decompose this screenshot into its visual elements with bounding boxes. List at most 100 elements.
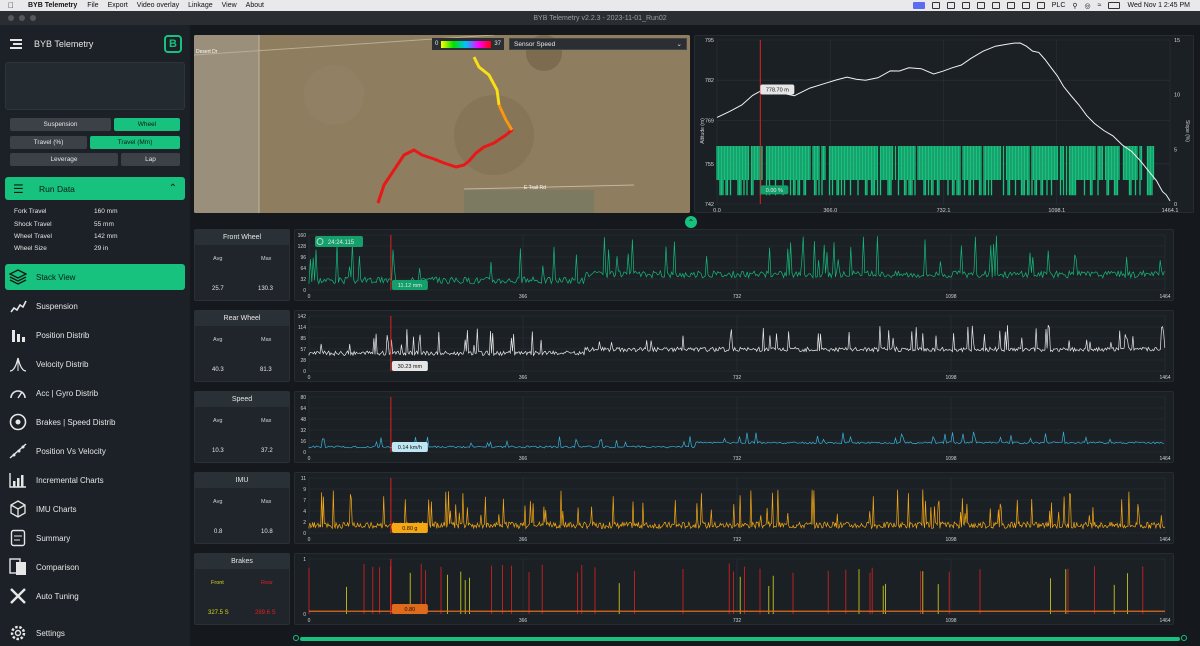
nav-label: Velocity Distrib — [36, 359, 89, 369]
cursor-value-label: 0.80 — [404, 607, 415, 613]
stat-label: Max — [261, 418, 272, 424]
screen-icon[interactable] — [1021, 2, 1030, 9]
imu-row: IMU Avg Max 0.8 10.8 11 9 7 4 2 0 0 366 732 1098 1… — [194, 468, 1194, 544]
menu-view[interactable]: View — [222, 2, 237, 9]
time-range-scrollbar[interactable] — [293, 635, 1187, 641]
x-tick-label: 1098 — [945, 375, 956, 381]
x-tick-label: 1464 — [1159, 456, 1170, 462]
app-status-icon[interactable] — [931, 2, 940, 9]
x-tick-label: 366 — [519, 375, 528, 381]
cursor-label-altitude: 778.70 m — [766, 87, 789, 93]
nav-settings[interactable]: Settings — [5, 620, 185, 646]
calendar-icon[interactable] — [976, 2, 985, 9]
minimize-window-button[interactable] — [19, 15, 25, 21]
nav-label: Auto Tuning — [36, 591, 79, 601]
spring-icon — [8, 297, 28, 315]
nav-position-vs-velocity[interactable]: Position Vs Velocity — [5, 438, 185, 464]
sensor-select-value: Sensor Speed — [514, 40, 556, 48]
nav-incremental-charts[interactable]: Incremental Charts — [5, 467, 185, 493]
x-tick-label: 0 — [308, 375, 311, 381]
nav-stack-view[interactable]: Stack View — [5, 264, 185, 290]
menu-bar:  BYB Telemetry File Export Video overla… — [0, 0, 1200, 11]
range-start-handle[interactable] — [293, 635, 299, 641]
shield-icon[interactable] — [1036, 2, 1045, 9]
imu-chart[interactable]: 11 9 7 4 2 0 0 366 732 1098 1464 0.80 g — [294, 472, 1174, 544]
menu-about[interactable]: About — [246, 2, 264, 9]
edit-icon[interactable] — [991, 2, 1000, 9]
zoom-window-button[interactable] — [30, 15, 36, 21]
nav-auto-tuning[interactable]: Auto Tuning — [5, 583, 185, 609]
x-tick-label: 1464 — [1159, 375, 1170, 381]
y-right-tick-label: 10 — [1174, 93, 1180, 99]
stat-label: Avg — [213, 499, 223, 505]
nav-suspension[interactable]: Suspension — [5, 293, 185, 319]
stat-max: 130.3 — [258, 286, 274, 292]
plc-indicator[interactable]: PLC — [1052, 2, 1066, 9]
menu-export[interactable]: Export — [108, 2, 128, 9]
y-tick-label: 4 — [303, 509, 306, 515]
elevation-chart[interactable]: 795 782 769 755 742 15 10 5 0 0.0 366.0 732.1 1098.1… — [694, 35, 1194, 214]
x-tick-label: 732 — [733, 294, 742, 300]
apple-icon[interactable]:  — [8, 1, 18, 10]
control-center-icon[interactable]: ◎ — [1085, 2, 1091, 10]
menu-file[interactable]: File — [87, 2, 98, 9]
menu-video-overlay[interactable]: Video overlay — [137, 2, 179, 9]
nav-label: Stack View — [36, 272, 76, 282]
nav-position-distrib[interactable]: Position Distrib — [5, 322, 185, 348]
screen-share-icon[interactable] — [912, 2, 925, 9]
speed-chart[interactable]: 80 64 48 32 16 0 0 366 732 1098 1464 0.14 km/h — [294, 391, 1174, 463]
x-tick-label: 0.0 — [713, 208, 721, 214]
menu-linkage[interactable]: Linkage — [188, 2, 213, 9]
stat-label: Avg — [213, 418, 223, 424]
scale-max: 37 — [494, 41, 501, 47]
chevron-up-icon[interactable]: ⌃ — [169, 183, 177, 194]
clock[interactable]: Wed Nov 1 2:45 PM — [1127, 2, 1190, 9]
sensor-select[interactable]: Sensor Speed ⌄ — [509, 38, 687, 50]
stat-max: 10.8 — [261, 529, 273, 535]
y-right-axis-label: Slope (%) — [1184, 120, 1190, 142]
toggle-travel-mm[interactable]: Travel (Mm) — [90, 136, 180, 149]
app-menu[interactable]: BYB Telemetry — [28, 2, 77, 9]
collapse-menu-icon[interactable] — [10, 38, 26, 50]
close-window-button[interactable] — [8, 15, 14, 21]
nav-comparison[interactable]: Comparison — [5, 554, 185, 580]
plane-icon[interactable] — [1006, 2, 1015, 9]
scale-min: 0 — [435, 41, 439, 47]
nav-summary[interactable]: Summary — [5, 525, 185, 551]
stat-avg: 0.8 — [214, 529, 223, 535]
toggle-lap[interactable]: Lap — [121, 153, 180, 166]
run-data-header[interactable]: ☰ Run Data ⌃ — [5, 177, 185, 200]
toggle-wheel[interactable]: Wheel — [114, 118, 180, 131]
front-wheel-chart[interactable]: 160 128 96 64 32 0 0 366 732 1098 1464 11.12 mm 24:2… — [294, 229, 1174, 301]
search-icon[interactable]: ⚲ — [1072, 2, 1077, 10]
nav-imu-charts[interactable]: IMU Charts — [5, 496, 185, 522]
stat-avg: 25.7 — [212, 286, 224, 292]
y-tick-label: 755 — [705, 162, 714, 168]
nav-acc-gyro-distrib[interactable]: Acc | Gyro Distrib — [5, 380, 185, 406]
toggle-leverage[interactable]: Leverage — [10, 153, 118, 166]
nav-label: Acc | Gyro Distrib — [36, 388, 99, 398]
nav-velocity-distrib[interactable]: Velocity Distrib — [5, 351, 185, 377]
window-icon[interactable] — [961, 2, 970, 9]
y-tick-label: 0 — [303, 288, 306, 294]
y-tick-label: 64 — [300, 266, 306, 272]
y-tick-label: 57 — [300, 347, 306, 353]
rear-wheel-chart[interactable]: 142 114 85 57 28 0 0 366 732 1098 1464 30.23 mm — [294, 310, 1174, 382]
velocity-distribution-icon — [8, 355, 28, 373]
usb-icon[interactable] — [946, 2, 955, 9]
run-data-label: Run Data — [39, 183, 75, 194]
brakes-chart[interactable]: 1 0 0 366 732 1098 1464 0.80 — [294, 553, 1174, 625]
nav-brakes-speed-distrib[interactable]: Brakes | Speed Distrib — [5, 409, 185, 435]
y-tick-label: 7 — [303, 498, 306, 504]
comparison-icon — [8, 558, 28, 576]
stat-label: Max — [261, 256, 272, 262]
toggle-suspension[interactable]: Suspension — [10, 118, 111, 131]
y-tick-label: 769 — [705, 118, 714, 124]
range-end-handle[interactable] — [1181, 635, 1187, 641]
x-tick-label: 0 — [308, 537, 311, 543]
wifi-icon[interactable]: ≈ — [1098, 2, 1102, 9]
gear-icon — [8, 624, 28, 642]
toggle-travel-percent[interactable]: Travel (%) — [10, 136, 87, 149]
satellite-map[interactable]: Desert Dr E Trail Rd 0 37 Sensor Speed ⌄ — [194, 35, 690, 213]
stat-max: 81.3 — [260, 367, 272, 373]
